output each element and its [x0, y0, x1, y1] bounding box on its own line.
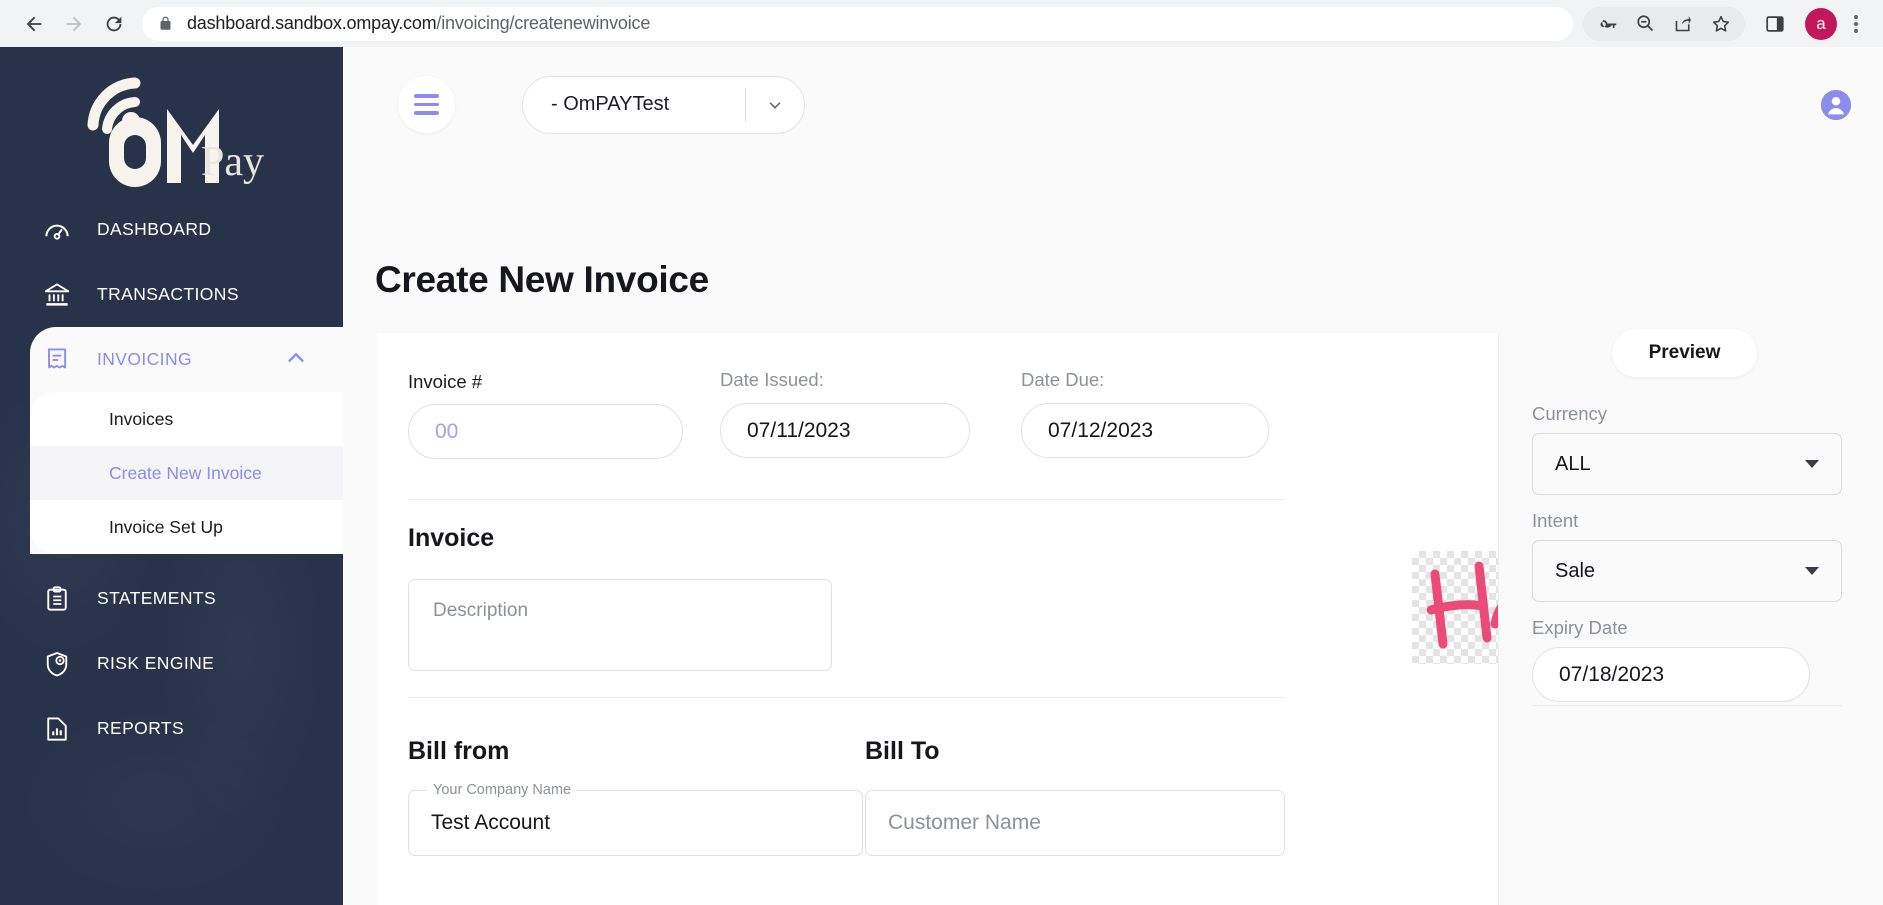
back-arrow-icon [23, 13, 45, 35]
invoice-number-field: Invoice # 00 [408, 371, 683, 459]
intent-label: Intent [1532, 510, 1578, 532]
sidebar-item-reports[interactable]: REPORTS [0, 696, 343, 761]
date-issued-field: Date Issued: 07/11/2023 [720, 369, 970, 458]
sidebar-nav: DASHBOARD TRANSACTIONS [0, 197, 343, 761]
currency-label: Currency [1532, 403, 1607, 425]
currency-value: ALL [1555, 453, 1805, 476]
url-domain: dashboard.sandbox.ompay.com [187, 13, 436, 33]
hello-handwriting [1421, 558, 1500, 658]
invoice-section-title: Invoice [408, 524, 494, 553]
bill-from-title: Bill from [408, 737, 509, 766]
sidebar-item-invoice-set-up[interactable]: Invoice Set Up [30, 500, 343, 554]
forward-button[interactable] [54, 4, 94, 44]
sidebar-item-invoices[interactable]: Invoices [30, 392, 343, 446]
invoice-receipt-icon [42, 345, 76, 375]
page-title: Create New Invoice [375, 259, 709, 301]
section-divider-top [408, 499, 1285, 500]
profile-avatar[interactable]: a [1805, 8, 1837, 40]
sidebar-item-create-new-invoice[interactable]: Create New Invoice [30, 446, 343, 500]
date-issued-label: Date Issued: [720, 369, 970, 391]
chevron-down-icon[interactable] [746, 94, 804, 116]
bank-icon [42, 280, 76, 310]
zoom-out-icon[interactable] [1627, 7, 1663, 41]
company-name-field[interactable]: Your Company Name Test Account [408, 790, 863, 856]
preview-button[interactable]: Preview [1612, 329, 1757, 377]
sidebar-label-dashboard: DASHBOARD [97, 219, 211, 240]
back-button[interactable] [14, 4, 54, 44]
intent-value: Sale [1555, 560, 1805, 583]
shield-gear-icon [42, 649, 76, 679]
date-due-field: Date Due: 07/12/2023 [1021, 369, 1269, 458]
description-input[interactable]: Description [408, 579, 832, 671]
sidebar-label-transactions: TRANSACTIONS [97, 284, 239, 305]
sidebar-sublist-invoicing: Invoices Create New Invoice Invoice Set … [30, 392, 343, 554]
hamburger-menu-icon[interactable] [398, 76, 455, 133]
svg-text:Pay: Pay [201, 139, 264, 185]
section-divider-bottom [408, 697, 1285, 698]
expiry-date-label: Expiry Date [1532, 617, 1628, 639]
company-name-value: Test Account [431, 811, 550, 835]
sidebar-label-statements: STATEMENTS [97, 588, 216, 609]
bill-to-title: Bill To [865, 737, 940, 766]
wifi-signal-o-logo: Pay [69, 69, 274, 187]
sidebar-label-reports: REPORTS [97, 718, 184, 739]
sidebar-item-transactions[interactable]: TRANSACTIONS [0, 262, 343, 327]
customer-name-input[interactable]: Customer Name [865, 790, 1285, 856]
url-path: /invoicing/createnewinvoice [436, 13, 650, 33]
sidebar-item-invoicing[interactable]: INVOICING [30, 327, 343, 392]
sidebar-label-invoices: Invoices [109, 409, 173, 430]
sidebar-label-invoice-set-up: Invoice Set Up [109, 517, 223, 538]
reload-icon [103, 13, 125, 35]
invoice-settings-panel: Preview Currency ALL Intent Sale Expiry … [1499, 333, 1883, 905]
date-due-label: Date Due: [1021, 369, 1269, 391]
date-due-input[interactable]: 07/12/2023 [1021, 403, 1269, 458]
sidebar: Pay DASHBOARD [0, 47, 343, 905]
url-text: dashboard.sandbox.ompay.com/invoicing/cr… [187, 13, 650, 34]
app-container: Pay DASHBOARD [0, 47, 1883, 905]
intent-select[interactable]: Sale [1532, 540, 1842, 602]
invoice-number-label: Invoice # [408, 371, 683, 393]
caret-down-icon[interactable] [1805, 460, 1819, 468]
account-circle-icon[interactable] [1821, 90, 1851, 120]
app-header: - OmPAYTest [343, 47, 1883, 162]
expiry-date-input[interactable]: 07/18/2023 [1532, 647, 1810, 702]
panel-divider [1532, 705, 1842, 706]
side-panel-icon[interactable] [1757, 7, 1793, 41]
report-chart-icon [42, 714, 76, 744]
caret-down-icon[interactable] [1805, 567, 1819, 575]
extensions-group [1583, 7, 1745, 41]
sidebar-item-statements[interactable]: STATEMENTS [0, 566, 343, 631]
bookmark-star-icon[interactable] [1703, 7, 1739, 41]
ompay-logo[interactable]: Pay [0, 47, 343, 197]
reload-button[interactable] [94, 4, 134, 44]
sidebar-group-invoicing: INVOICING Invoices Create New Invoice [30, 327, 343, 554]
invoice-form-card: Invoice # 00 Date Issued: 07/11/2023 Dat… [377, 333, 1499, 905]
key-icon[interactable] [1589, 7, 1625, 41]
account-name: - OmPAYTest [551, 93, 745, 116]
share-icon[interactable] [1665, 7, 1701, 41]
address-bar[interactable]: dashboard.sandbox.ompay.com/invoicing/cr… [142, 7, 1573, 41]
sidebar-label-create-new-invoice: Create New Invoice [109, 463, 262, 484]
kebab-menu-icon[interactable] [1843, 7, 1869, 41]
currency-select[interactable]: ALL [1532, 433, 1842, 495]
invoice-logo-image[interactable] [1412, 551, 1499, 664]
sidebar-label-invoicing: INVOICING [97, 349, 192, 370]
lock-icon [158, 15, 173, 32]
forward-arrow-icon [63, 13, 85, 35]
sidebar-label-risk-engine: RISK ENGINE [97, 653, 214, 674]
invoice-number-input[interactable]: 00 [408, 404, 683, 459]
account-selector[interactable]: - OmPAYTest [522, 76, 805, 134]
browser-toolbar: dashboard.sandbox.ompay.com/invoicing/cr… [0, 0, 1883, 47]
clipboard-list-icon [42, 584, 76, 614]
sidebar-item-dashboard[interactable]: DASHBOARD [0, 197, 343, 262]
speedometer-icon [42, 215, 76, 245]
chevron-up-icon[interactable] [283, 344, 309, 375]
company-name-legend: Your Company Name [427, 782, 577, 798]
date-issued-input[interactable]: 07/11/2023 [720, 403, 970, 458]
sidebar-item-risk-engine[interactable]: RISK ENGINE [0, 631, 343, 696]
